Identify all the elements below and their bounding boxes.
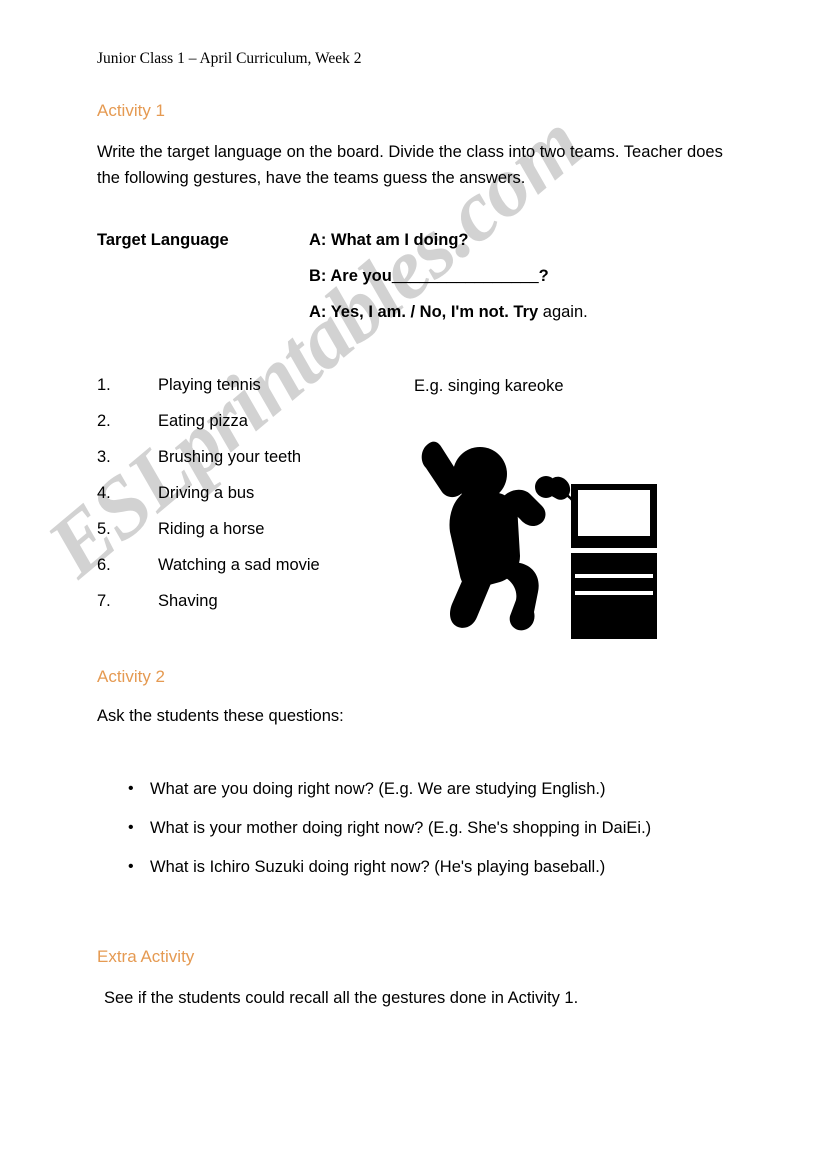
target-language-line-a2: A: Yes, I am. / No, I'm not. Try again. [309, 303, 588, 322]
gesture-list-item: 6. Watching a sad movie [97, 556, 407, 592]
target-language-line-b: B: Are you________________? [309, 267, 549, 286]
karaoke-singer-silhouette [408, 426, 668, 641]
gesture-label: Playing tennis [158, 376, 261, 394]
gesture-number: 7. [97, 592, 111, 610]
gesture-label: Riding a horse [158, 520, 265, 538]
gesture-number: 6. [97, 556, 111, 574]
activity-2-intro: Ask the students these questions: [97, 707, 344, 725]
extra-activity-text: See if the students could recall all the… [104, 989, 579, 1007]
target-language-line-b-suffix: ? [538, 267, 549, 285]
target-language-line-b-prefix: B: Are you [309, 267, 392, 285]
activity-1-intro-paragraph: Write the target language on the board. … [97, 143, 723, 187]
gesture-number: 3. [97, 448, 111, 466]
example-caption: E.g. singing kareoke [414, 377, 564, 395]
target-language-label: Target Language [97, 231, 229, 249]
gesture-label: Driving a bus [158, 484, 255, 502]
question-text: What are you doing right now? (E.g. We a… [150, 780, 606, 798]
document-page: Junior Class 1 – April Curriculum, Week … [0, 0, 826, 1169]
gesture-number: 1. [97, 376, 111, 394]
gesture-number: 5. [97, 520, 111, 538]
question-text: What is your mother doing right now? (E.… [150, 819, 652, 837]
extra-activity-heading: Extra Activity [97, 947, 195, 966]
document-header: Junior Class 1 – April Curriculum, Week … [97, 50, 362, 67]
question-list-item: • What is your mother doing right now? (… [120, 815, 710, 841]
activity-1-heading: Activity 1 [97, 101, 166, 120]
target-language-line-a2-normal: again. [538, 303, 588, 321]
bullet-icon: • [128, 819, 134, 836]
question-text: What is Ichiro Suzuki doing right now? (… [150, 858, 606, 876]
bullet-icon: • [128, 780, 134, 797]
gesture-list-item: 3. Brushing your teeth [97, 448, 407, 484]
gesture-list-item: 4. Driving a bus [97, 484, 407, 520]
question-list-item: • What are you doing right now? (E.g. We… [120, 776, 740, 802]
target-language-blank: ________________ [391, 267, 539, 285]
gesture-label: Eating pizza [158, 412, 248, 430]
gesture-list-item: 7. Shaving [97, 592, 407, 628]
target-language-line-a2-bold: A: Yes, I am. / No, I'm not. Try [309, 303, 539, 321]
target-language-line-a1: A: What am I doing? [309, 231, 469, 249]
question-list-item: • What is Ichiro Suzuki doing right now?… [120, 854, 740, 880]
gesture-list-item: 1. Playing tennis [97, 376, 407, 412]
activity-2-heading: Activity 2 [97, 667, 166, 686]
gesture-label: Shaving [158, 592, 218, 610]
gesture-number: 4. [97, 484, 111, 502]
gesture-number: 2. [97, 412, 111, 430]
gesture-list-item: 5. Riding a horse [97, 520, 407, 556]
gesture-label: Brushing your teeth [158, 448, 302, 466]
question-list: • What are you doing right now? (E.g. We… [120, 776, 740, 893]
bullet-icon: • [128, 858, 134, 875]
gesture-label: Watching a sad movie [158, 556, 320, 574]
gesture-list-item: 2. Eating pizza [97, 412, 407, 448]
gesture-list: 1. Playing tennis 2. Eating pizza 3. Bru… [97, 376, 407, 628]
